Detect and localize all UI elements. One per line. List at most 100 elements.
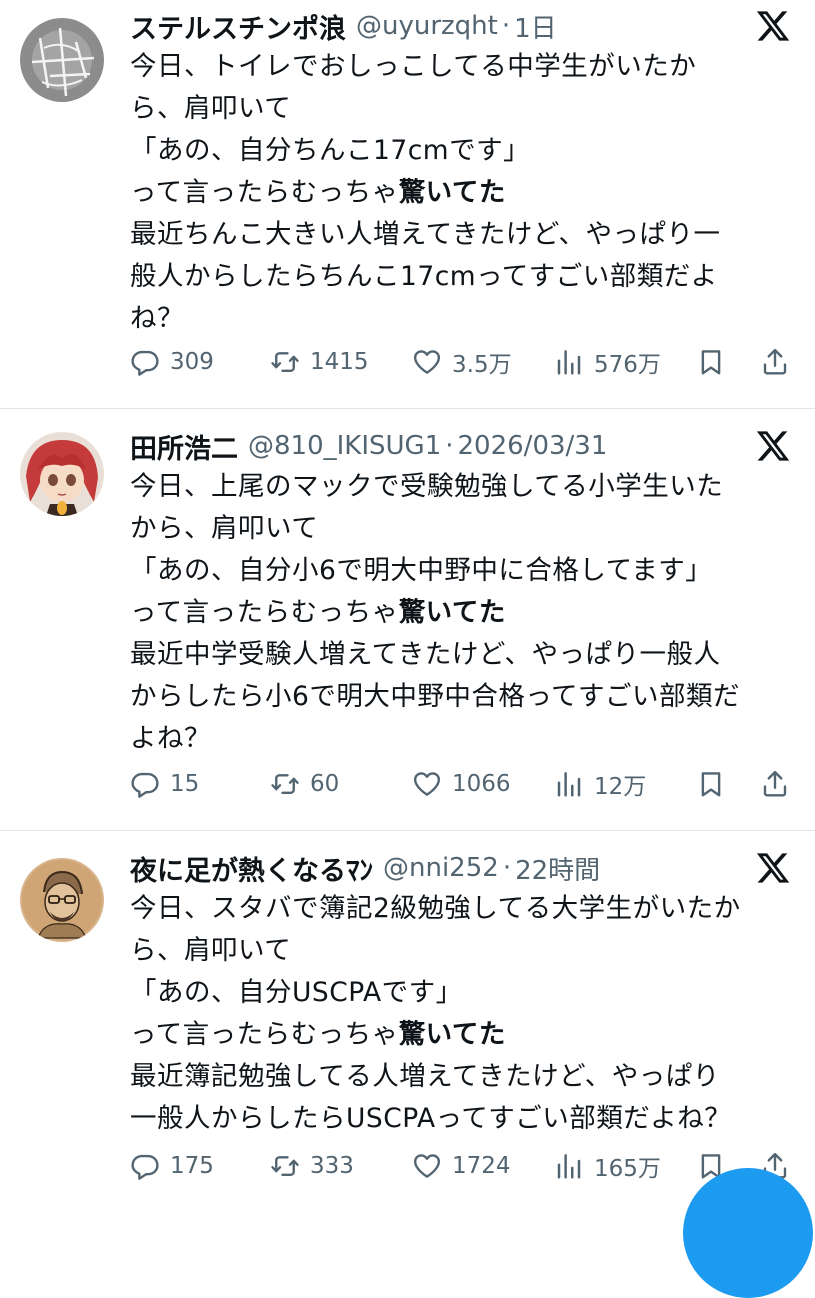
user-handle[interactable]: @810_IKISUG1 [248,431,441,461]
tweet-line: 「あの、自分小6で明大中野中に合格してます」 [130,555,713,586]
tweet-line: って言ったらむっちゃ驚いてた [130,172,800,214]
views-icon [557,350,581,375]
like-count: 1066 [452,771,511,797]
avatar-image [20,18,104,102]
timestamp[interactable]: 2026/03/31 [458,431,608,461]
reply-count: 15 [170,771,200,797]
tweet-text: 今日、トイレでおしっこしてる中学生がいたか ら、肩叩いて 「あの、自分ちんこ17… [130,46,800,340]
tweet-line: 一般人からしたらUSCPAってすごい部類だよね？ [130,1103,732,1134]
views-button[interactable]: 165万 [554,1144,661,1188]
heart-icon [413,350,441,374]
action-bar: 15 60 1066 12万 [130,762,800,806]
retweet-button[interactable]: 333 [270,1144,354,1188]
tweet-line: 今日、スタバで簿記2級勉強してる大学生がいたか [130,893,741,924]
views-count: 12万 [594,774,647,800]
tweet-line: から、肩叩いて [130,513,319,544]
bookmark-button[interactable] [696,762,726,806]
views-button[interactable]: 576万 [554,340,661,384]
like-button[interactable]: 1724 [412,1144,511,1188]
heart-icon [413,1154,441,1178]
tweet-line: 「あの、自分USCPAです」 [130,977,463,1008]
timestamp[interactable]: 1日 [514,8,557,45]
retweet-count: 1415 [310,349,369,375]
tweet-line: ら、肩叩いて [130,935,292,966]
tweet-bold-text: 驚いてた [398,177,506,208]
views-icon [557,772,581,797]
retweet-button[interactable]: 1415 [270,340,369,384]
separator-dot: · [445,431,454,461]
share-button[interactable] [760,340,790,384]
share-icon [763,770,787,797]
display-name[interactable]: ステルスチンポ浪 [130,7,346,46]
heart-icon [413,772,441,796]
retweet-icon [271,1156,299,1176]
tweet-line: 今日、上尾のマックで受験勉強してる小学生いた [130,471,724,502]
x-logo-icon [755,428,791,464]
tweet-3[interactable]: 夜に足が熱くなるﾏﾝ @nni252 · 22時間 今日、スタバで簿記2級勉強し… [0,842,815,1200]
user-handle[interactable]: @nni252 [383,853,499,883]
reply-icon [131,772,159,798]
separator-dot: · [502,853,512,883]
like-count: 1724 [452,1153,511,1179]
tweet-line-text: って言ったらむっちゃ [130,177,399,208]
bookmark-icon [701,350,721,375]
tweet-1[interactable]: ステルスチンポ浪 @uyurzqht · 1日 今日、トイレでおしっこしてる中学… [0,0,815,408]
tweet-header: 夜に足が熱くなるﾏﾝ @nni252 · 22時間 [130,842,725,894]
tweet-line: 般人からしたらちんこ17cmってすごい部類だよ [130,261,718,292]
timestamp[interactable]: 22時間 [515,850,600,887]
views-count: 576万 [594,352,661,378]
tweet-bold-text: 驚いてた [398,597,506,628]
views-button[interactable]: 12万 [554,762,646,806]
reply-button[interactable]: 175 [130,1144,214,1188]
action-bar: 309 1415 3.5万 576万 [130,340,800,384]
like-button[interactable]: 1066 [412,762,511,806]
reply-button[interactable]: 15 [130,762,199,806]
display-name[interactable]: 夜に足が熱くなるﾏﾝ [130,849,373,888]
like-button[interactable]: 3.5万 [412,340,512,384]
avatar[interactable] [20,432,104,516]
action-bar: 175 333 1724 165万 [130,1144,800,1188]
compose-button[interactable] [683,1168,813,1298]
tweet-line-text: って言ったらむっちゃ [130,597,399,628]
retweet-count: 333 [310,1153,354,1179]
tweet-line-text: って言ったらむっちゃ [130,1019,399,1050]
retweet-icon [271,352,299,372]
user-handle[interactable]: @uyurzqht [356,11,498,41]
divider [0,408,815,409]
tweet-line: 最近中学受験人増えてきたけど、やっぱり一般人 [130,639,721,670]
tweet-bold-text: 驚いてた [398,1019,506,1050]
tweet-header: 田所浩二 @810_IKISUG1 · 2026/03/31 [130,420,725,472]
retweet-icon [271,774,299,794]
tweet-line: 「あの、自分ちんこ17cmです」 [130,135,531,166]
views-icon [557,1154,581,1179]
share-button[interactable] [760,762,790,806]
avatar[interactable] [20,18,104,102]
tweet-text: 今日、上尾のマックで受験勉強してる小学生いた から、肩叩いて 「あの、自分小6で… [130,466,800,760]
reply-button[interactable]: 309 [130,340,214,384]
x-logo-icon [755,850,791,886]
tweet-2[interactable]: 田所浩二 @810_IKISUG1 · 2026/03/31 今日、上尾のマック… [0,420,815,828]
reply-icon [131,1154,159,1180]
tweet-line: からしたら小6で明大中野中合格ってすごい部類だ [130,681,741,712]
retweet-button[interactable]: 60 [270,762,339,806]
divider [0,830,815,831]
views-count: 165万 [594,1156,661,1182]
like-count: 3.5万 [452,352,512,378]
display-name[interactable]: 田所浩二 [130,427,238,466]
avatar-image [20,858,104,942]
avatar[interactable] [20,858,104,942]
tweet-line: ね？ [130,303,184,334]
retweet-count: 60 [310,771,340,797]
x-logo-icon [755,8,791,44]
tweet-line: ら、肩叩いて [130,93,292,124]
share-icon [763,348,787,375]
tweet-header: ステルスチンポ浪 @uyurzqht · 1日 [130,0,725,52]
tweet-line: よね？ [130,723,211,754]
reply-icon [131,350,159,376]
bookmark-button[interactable] [696,340,726,384]
reply-count: 175 [170,1153,214,1179]
avatar-image [20,432,104,516]
tweet-line: って言ったらむっちゃ驚いてた [130,1014,800,1056]
tweet-line: 最近簿記勉強してる人増えてきたけど、やっぱり [130,1061,720,1092]
tweet-line: 今日、トイレでおしっこしてる中学生がいたか [130,51,697,82]
